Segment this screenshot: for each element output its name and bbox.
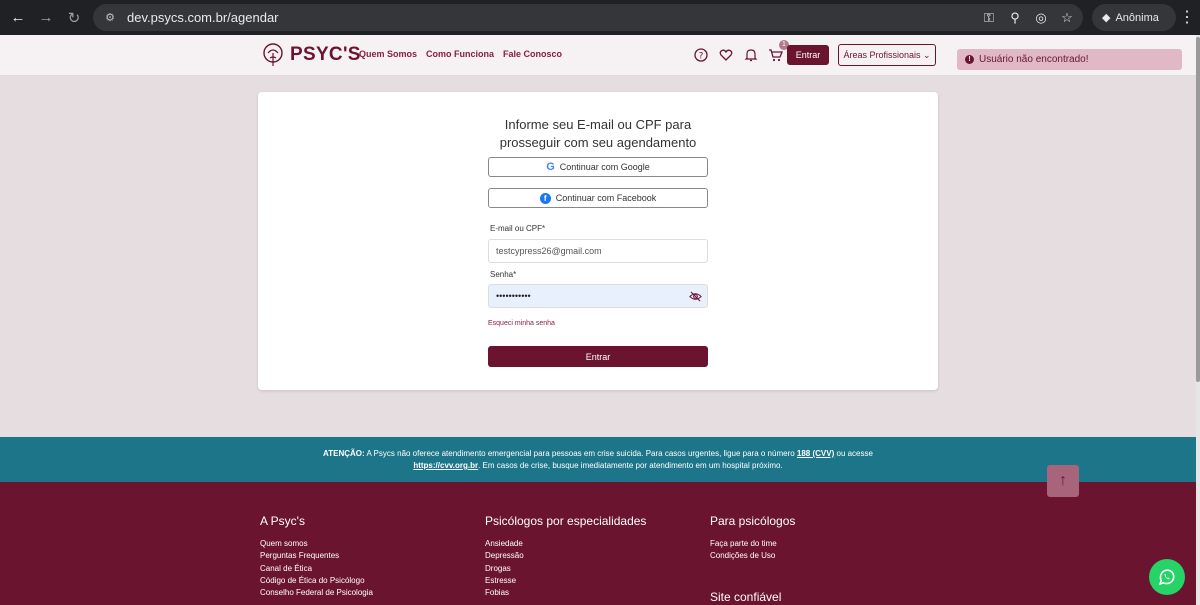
whatsapp-icon bbox=[1158, 569, 1175, 586]
browser-toolbar: ← → ↻ ⚙ dev.psycs.com.br/agendar ⚿ ⚲ ◎ ☆… bbox=[0, 0, 1200, 35]
footer-link[interactable]: Canal de Ética bbox=[260, 563, 373, 575]
areas-label: Áreas Profissionais bbox=[843, 49, 921, 60]
logo-brain-icon bbox=[263, 43, 283, 66]
footer-col1-title: A Psyc's bbox=[260, 514, 305, 528]
logo-text: PSYC'S bbox=[290, 44, 361, 65]
alert-text3: . Em casos de crise, busque imediatament… bbox=[478, 461, 783, 470]
svg-text:?: ? bbox=[698, 51, 703, 61]
scrollbar-thumb[interactable] bbox=[1196, 37, 1200, 382]
nav-quem-somos[interactable]: Quem Somos bbox=[359, 49, 417, 59]
zoom-icon[interactable]: ⚲ bbox=[1005, 10, 1025, 26]
footer-link[interactable]: Código de Ética do Psicólogo bbox=[260, 575, 373, 587]
email-field[interactable]: testcypress26@gmail.com bbox=[488, 239, 708, 263]
site-confiavel-title: Site confiável bbox=[710, 590, 782, 604]
error-icon: ! bbox=[965, 55, 974, 64]
footer-col2-title: Psicólogos por especialidades bbox=[485, 514, 647, 528]
arrow-up-icon: ↑ bbox=[1059, 472, 1067, 489]
profile-label: Anônima bbox=[1115, 11, 1159, 24]
footer-col3-title: Para psicólogos bbox=[710, 514, 796, 528]
footer-link[interactable]: Drogas bbox=[485, 563, 646, 575]
email-label: E-mail ou CPF* bbox=[490, 224, 546, 233]
forward-icon[interactable]: → bbox=[32, 4, 60, 32]
alert-text2: ou acesse bbox=[834, 449, 873, 458]
password-value: ••••••••••• bbox=[496, 291, 531, 301]
footer-col-psicologos: Para psicólogos Faça parte do time Condi… bbox=[710, 514, 795, 563]
help-icon[interactable]: ? bbox=[692, 46, 709, 63]
alert-text1: A Psycs não oferece atendimento emergenc… bbox=[364, 449, 797, 458]
facebook-login-button[interactable]: f Continuar com Facebook bbox=[488, 188, 708, 208]
alert-prefix: ATENÇÃO: bbox=[323, 449, 365, 458]
footer-col-especialidades: Psicólogos por especialidades Ansiedade … bbox=[485, 514, 646, 599]
cart-icon[interactable]: 1 bbox=[767, 40, 789, 63]
logo[interactable]: PSYC'S bbox=[260, 42, 361, 68]
login-title: Informe seu E-mail ou CPF para prossegui… bbox=[258, 116, 938, 152]
main-nav: Quem Somos Como Funciona Fale Conosco bbox=[359, 49, 562, 59]
bell-icon[interactable] bbox=[742, 46, 759, 63]
page-scrollbar[interactable] bbox=[1196, 35, 1200, 605]
whatsapp-button[interactable] bbox=[1149, 559, 1185, 595]
error-toast: ! Usuário não encontrado! bbox=[957, 49, 1182, 70]
back-icon[interactable]: ← bbox=[4, 4, 32, 32]
url-text[interactable]: dev.psycs.com.br/agendar bbox=[127, 10, 279, 25]
site-footer: A Psyc's Quem somos Perguntas Frequentes… bbox=[0, 482, 1196, 605]
key-icon[interactable]: ⚿ bbox=[979, 10, 999, 26]
login-title-line1: Informe seu E-mail ou CPF para bbox=[504, 117, 692, 132]
footer-link[interactable]: Fobias bbox=[485, 587, 646, 599]
password-field[interactable]: ••••••••••• bbox=[488, 284, 708, 308]
email-value: testcypress26@gmail.com bbox=[496, 246, 602, 256]
footer-link[interactable]: Perguntas Frequentes bbox=[260, 550, 373, 562]
facebook-icon: f bbox=[539, 192, 551, 204]
login-title-line2: prosseguir com seu agendamento bbox=[499, 135, 697, 150]
nav-como-funciona[interactable]: Como Funciona bbox=[426, 49, 494, 59]
google-login-label: Continuar com Google bbox=[559, 162, 650, 172]
header-icons: ? 1 bbox=[692, 40, 789, 63]
footer-link[interactable]: Condições de Uso bbox=[710, 550, 795, 562]
google-icon: G bbox=[546, 161, 555, 173]
eye-slash-icon[interactable] bbox=[689, 290, 702, 303]
incognito-icon: ◆ bbox=[1102, 12, 1111, 24]
footer-col-apsycs: A Psyc's Quem somos Perguntas Frequentes… bbox=[260, 514, 373, 599]
areas-profissionais-dropdown[interactable]: Áreas Profissionais ⌄ bbox=[838, 44, 936, 66]
nav-fale-conosco[interactable]: Fale Conosco bbox=[503, 49, 562, 59]
password-label: Senha* bbox=[490, 270, 517, 279]
facebook-login-label: Continuar com Facebook bbox=[555, 193, 657, 203]
footer-link[interactable]: Conselho Federal de Psicologia bbox=[260, 587, 373, 599]
site-settings-icon[interactable]: ⚙ bbox=[99, 11, 121, 24]
footer-link[interactable]: Faça parte do time bbox=[710, 538, 795, 550]
cvv-site-link[interactable]: https://cvv.org.br bbox=[413, 461, 478, 470]
login-submit-button[interactable]: Entrar bbox=[488, 346, 708, 367]
header-login-button[interactable]: Entrar bbox=[787, 45, 829, 65]
footer-link[interactable]: Ansiedade bbox=[485, 538, 646, 550]
footer-link[interactable]: Quem somos bbox=[260, 538, 373, 550]
google-login-button[interactable]: G Continuar com Google bbox=[488, 157, 708, 177]
address-bar[interactable]: ⚙ dev.psycs.com.br/agendar ⚿ ⚲ ◎ ☆ bbox=[93, 4, 1083, 31]
reload-icon[interactable]: ↻ bbox=[60, 4, 88, 32]
login-card: Informe seu E-mail ou CPF para prossegui… bbox=[258, 92, 938, 390]
heart-icon[interactable] bbox=[717, 46, 734, 63]
incognito-badge[interactable]: ◆ Anônima bbox=[1092, 4, 1176, 31]
eye-off-icon[interactable]: ◎ bbox=[1031, 10, 1051, 26]
emergency-alert: ATENÇÃO: A Psycs não oferece atendimento… bbox=[0, 437, 1196, 482]
browser-menu-icon[interactable]: ⋮ bbox=[1178, 4, 1196, 31]
cvv-phone-link[interactable]: 188 (CVV) bbox=[797, 449, 834, 458]
footer-link[interactable]: Depressão bbox=[485, 550, 646, 562]
back-to-top-button[interactable]: ↑ bbox=[1047, 465, 1079, 497]
forgot-password-link[interactable]: Esqueci minha senha bbox=[488, 320, 555, 327]
footer-link[interactable]: Estresse bbox=[485, 575, 646, 587]
chevron-down-icon: ⌄ bbox=[923, 49, 931, 60]
toast-message: Usuário não encontrado! bbox=[979, 54, 1089, 65]
bookmark-star-icon[interactable]: ☆ bbox=[1057, 10, 1077, 26]
